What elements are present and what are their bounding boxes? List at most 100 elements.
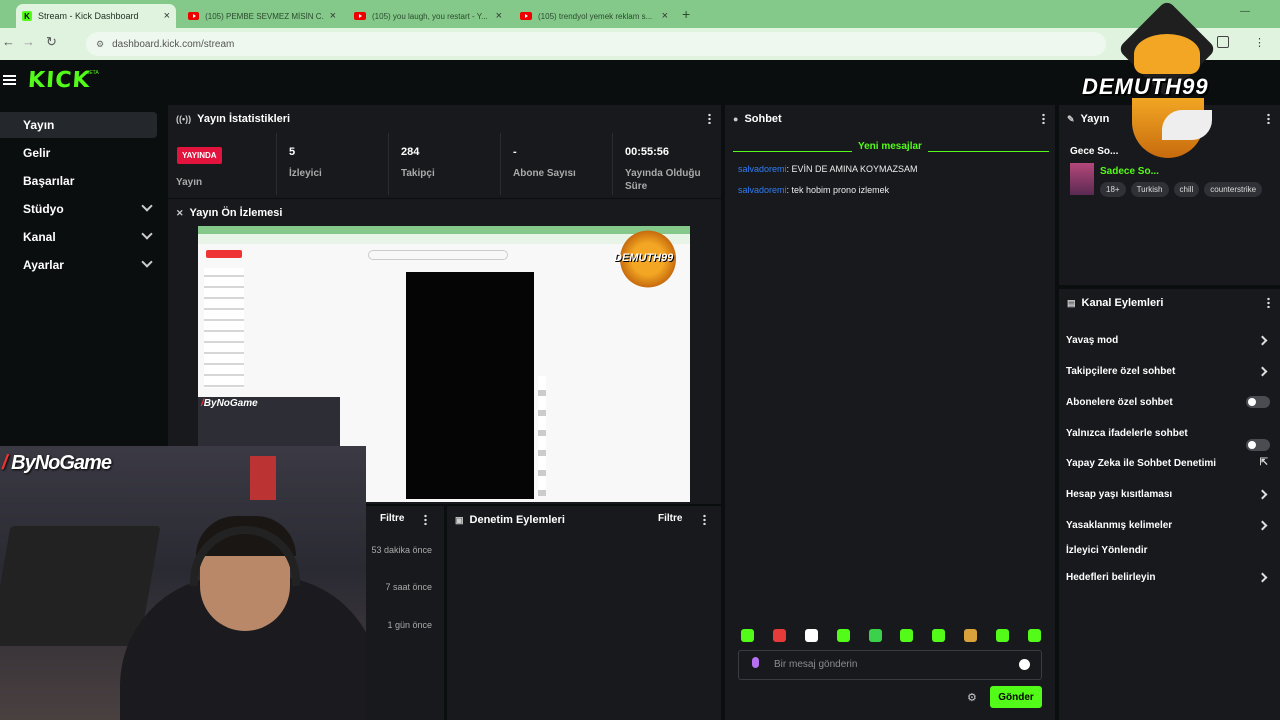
action-banned-words[interactable]: Yasaklanmış kelimeler [1066, 520, 1272, 531]
tag: Turkish [1130, 182, 1169, 197]
action-label: Abonelere özel sohbet [1066, 397, 1173, 408]
kick-logo[interactable]: KICK [27, 68, 91, 93]
category-thumbnail[interactable] [1070, 163, 1094, 195]
chevron-down-icon [141, 256, 153, 268]
sidebar-item-label: Stüdyo [23, 202, 64, 216]
close-icon[interactable]: × [158, 10, 170, 22]
close-icon[interactable]: × [490, 10, 502, 22]
microphone-icon[interactable] [752, 657, 759, 668]
action-account-age[interactable]: Hesap yaşı kısıtlaması [1066, 489, 1272, 500]
emote-icon[interactable] [996, 629, 1009, 642]
more-options-icon[interactable] [708, 113, 711, 124]
channel-actions-panel: ▤ Kanal Eylemleri [1059, 289, 1280, 720]
action-label: İzleyici Yönlendir [1066, 545, 1148, 556]
stat-subscribers: - Abone Sayısı [513, 146, 576, 180]
sidebar-item-label: Başarılar [23, 174, 75, 188]
forward-icon[interactable]: → [22, 34, 35, 49]
stat-uptime: 00:55:56 Yayında Olduğu Süre [625, 146, 701, 193]
sidebar-item-label: Gelir [23, 146, 51, 160]
sidebar-item-kanal[interactable]: Kanal [0, 224, 157, 250]
tab-title: (105) trendyol yemek reklam s... [538, 11, 653, 21]
more-options-icon[interactable] [1042, 113, 1045, 124]
browser-tab-youtube-3[interactable]: (105) trendyol yemek reklam s... × [514, 4, 674, 28]
emote-icon[interactable] [772, 629, 786, 642]
panel-header: ✕ Yayın Ön İzlemesi [168, 199, 721, 227]
sidebar-item-ayarlar[interactable]: Ayarlar [0, 252, 157, 278]
emote-icon[interactable] [1027, 629, 1041, 642]
close-icon[interactable]: × [656, 10, 668, 22]
activity-time: 1 gün önce [387, 620, 432, 630]
emote-icon[interactable] [964, 629, 978, 642]
browser-tab-youtube-2[interactable]: (105) you laugh, you restart - Y... × [348, 4, 508, 28]
more-options-icon[interactable] [1267, 113, 1270, 124]
emote-icon[interactable] [868, 629, 882, 642]
chat-username[interactable]: salvadoremi [738, 164, 787, 174]
chevron-down-icon [141, 200, 153, 212]
chat-message: salvadoremi: tek hobim prono izlemek [738, 185, 889, 195]
action-subscribers-only: Abonelere özel sohbet [1066, 397, 1272, 408]
hamburger-menu-icon[interactable] [3, 75, 16, 85]
external-link-icon: ⇱ [1259, 457, 1268, 468]
sidebar-item-basarilar[interactable]: Başarılar [0, 168, 157, 194]
action-emotes-only: Yalnızca ifadelerle sohbet [1066, 428, 1272, 439]
subscribers-only-toggle[interactable] [1246, 396, 1270, 408]
preview-tabbar [198, 226, 690, 234]
emoji-icon[interactable] [1019, 659, 1030, 670]
preview-toolbar [198, 234, 690, 244]
category-name[interactable]: Sadece So... [1100, 166, 1159, 177]
panel-header: ● Sohbet [725, 105, 1055, 133]
emote-icon[interactable] [804, 629, 818, 642]
url-text: dashboard.kick.com/stream [112, 38, 235, 50]
action-followers-only[interactable]: Takipçilere özel sohbet [1066, 366, 1272, 377]
stat-label: İzleyici [289, 168, 322, 179]
demuth-overlay-text: DEMUTH99 [1082, 74, 1209, 99]
action-set-goals[interactable]: Hedefleri belirleyin [1066, 572, 1272, 583]
action-ai-moderation[interactable]: Yapay Zeka ile Sohbet Denetimi ⇱ [1066, 457, 1272, 469]
chat-input-placeholder: Bir mesaj gönderin [774, 659, 858, 670]
send-button[interactable]: Gönder [990, 686, 1042, 708]
reload-icon[interactable]: ↻ [46, 34, 57, 50]
emote-icon[interactable] [741, 629, 754, 642]
activity-feed-panel [366, 506, 444, 720]
tab-title: Stream - Kick Dashboard [38, 11, 139, 21]
emotes-only-toggle[interactable] [1246, 439, 1270, 451]
preview-search-box [368, 250, 508, 260]
expand-icon: ✕ [176, 207, 184, 218]
panel-title: Yayın Ön İzlemesi [189, 207, 283, 219]
emote-icon[interactable] [932, 629, 946, 642]
sidebar-item-studyo[interactable]: Stüdyo [0, 196, 157, 222]
sidebar-item-yayin[interactable]: Yayın [0, 112, 157, 138]
stat-label: Abone Sayısı [513, 168, 576, 179]
back-icon[interactable]: ← [2, 34, 15, 49]
minimize-icon[interactable]: — [1240, 6, 1250, 17]
menu-icon[interactable]: ⋮ [1254, 36, 1265, 49]
address-bar[interactable]: ⚙ dashboard.kick.com/stream [86, 32, 1106, 56]
browser-tab-kick[interactable]: K Stream - Kick Dashboard × [16, 4, 176, 28]
chat-username[interactable]: salvadoremi [738, 185, 787, 195]
more-options-icon[interactable] [1267, 297, 1270, 308]
action-raid[interactable]: İzleyici Yönlendir [1066, 545, 1272, 556]
moderation-filter-button[interactable]: Filtre [658, 513, 682, 524]
close-icon[interactable]: × [324, 10, 336, 22]
new-tab-icon[interactable]: + [682, 6, 690, 22]
action-label: Yalnızca ifadelerle sohbet [1066, 428, 1188, 439]
browser-tab-youtube-1[interactable]: (105) PEMBE SEVMEZ MİSİN C... × [182, 4, 342, 28]
tag: 18+ [1100, 182, 1126, 197]
more-options-icon[interactable] [424, 514, 427, 525]
chat-settings-icon[interactable]: ⚙ [967, 691, 977, 704]
emote-icon[interactable] [836, 629, 850, 642]
wrench-icon: ✎ [1067, 113, 1075, 124]
action-label: Hedefleri belirleyin [1066, 572, 1156, 583]
site-info-icon[interactable]: ⚙ [96, 39, 104, 50]
emote-icon[interactable] [900, 629, 914, 642]
panel-title: Yayın [1080, 113, 1110, 125]
activity-filter-button[interactable]: Filtre [380, 513, 404, 524]
action-slow-mode[interactable]: Yavaş mod [1066, 335, 1272, 346]
action-label: Yasaklanmış kelimeler [1066, 520, 1173, 531]
more-options-icon[interactable] [703, 514, 706, 525]
shield-icon: ▣ [455, 514, 464, 525]
stat-stream: Yayın [176, 172, 202, 190]
chat-text: : EVİN DE AMINA KOYMAZSAM [786, 164, 918, 174]
name-slash-icon: / [2, 452, 12, 474]
sidebar-item-gelir[interactable]: Gelir [0, 140, 157, 166]
